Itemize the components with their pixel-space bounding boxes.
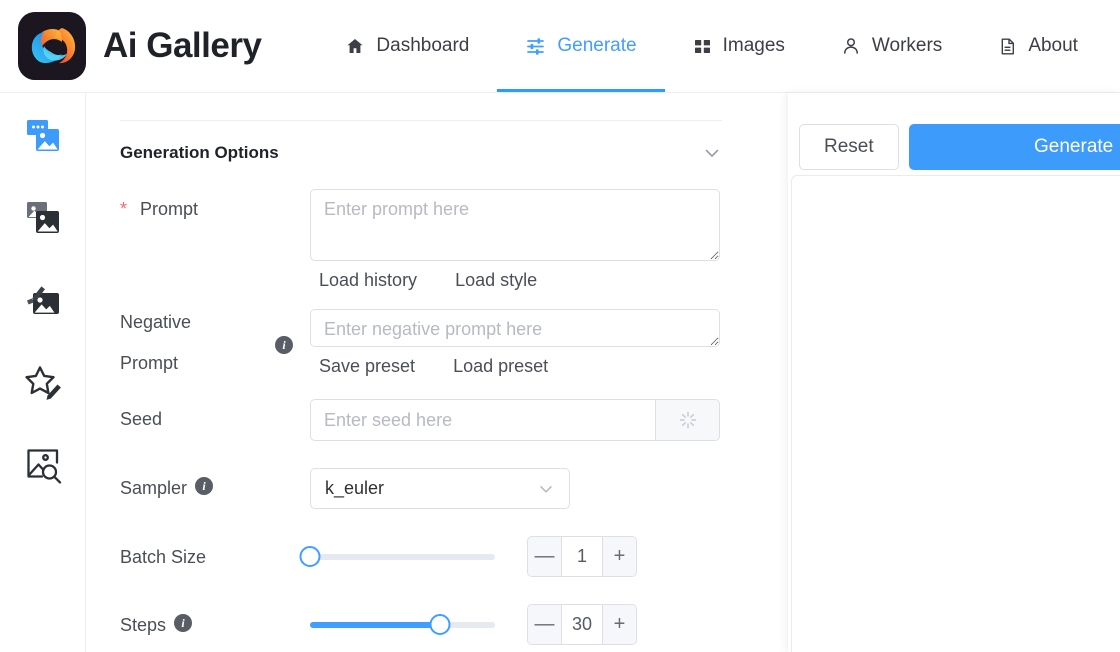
label-text: Steps	[120, 614, 167, 635]
info-icon[interactable]: i	[275, 336, 293, 354]
load-style-link[interactable]: Load style	[455, 270, 537, 291]
label-text: Sampler	[120, 478, 188, 498]
rail-item-star-edit[interactable]	[21, 362, 65, 406]
grid-icon	[693, 37, 712, 56]
star-edit-icon	[23, 362, 63, 407]
required-marker: *	[120, 199, 128, 219]
image-search-icon	[23, 444, 63, 489]
form-row-sampler: Sampler i k_euler	[86, 468, 788, 509]
nav-item-images[interactable]: Images	[665, 0, 813, 92]
batch-size-control: — 1 +	[299, 536, 788, 577]
batch-size-value[interactable]: 1	[562, 537, 602, 576]
slider-knob[interactable]	[299, 546, 321, 567]
form-rows: * Prompt Load history Load style Negativ…	[86, 189, 788, 645]
person-icon	[841, 36, 861, 56]
steps-slider[interactable]	[310, 614, 495, 635]
slider-track	[310, 553, 495, 560]
load-preset-link[interactable]: Load preset	[453, 356, 548, 377]
slider-knob[interactable]	[429, 614, 450, 635]
brand[interactable]: Ai Gallery	[18, 12, 262, 80]
sampler-value: k_euler	[325, 478, 385, 498]
rail-item-inpainting[interactable]	[21, 280, 65, 324]
ai-gallery-swirl-logo	[18, 12, 86, 80]
load-history-link[interactable]: Load history	[319, 270, 417, 291]
home-icon	[345, 36, 365, 56]
rail-item-image-search[interactable]	[21, 444, 65, 488]
nav-label: Images	[722, 35, 785, 56]
sparkle-random-icon[interactable]	[655, 400, 719, 440]
panel-actions: Reset Generate	[799, 124, 1120, 170]
form-row-negative-prompt: Negative Prompt i Save preset Load prese…	[86, 309, 788, 377]
result-area	[791, 175, 1120, 652]
prompt-links: Load history Load style	[310, 270, 788, 291]
rail-item-image-to-image[interactable]	[21, 198, 65, 242]
nav-label: Workers	[871, 35, 943, 56]
increment-button[interactable]: +	[602, 605, 636, 644]
decrement-button[interactable]: —	[528, 537, 562, 576]
sliders-icon	[525, 36, 546, 57]
seed-input[interactable]	[311, 400, 655, 440]
nav-item-dashboard[interactable]: Dashboard	[317, 0, 497, 92]
seed-label: Seed	[120, 399, 310, 430]
main-nav: Dashboard Generate Images Workers About	[317, 0, 1106, 92]
steps-label: Steps i	[120, 613, 310, 636]
decrement-button[interactable]: —	[528, 605, 562, 644]
nav-label: About	[1028, 35, 1078, 56]
text-to-image-icon	[23, 116, 63, 161]
image-to-image-icon	[23, 198, 63, 243]
steps-control: — 30 +	[310, 604, 788, 645]
reset-button[interactable]: Reset	[799, 124, 899, 170]
generate-button[interactable]: Generate	[908, 124, 1120, 170]
save-preset-link[interactable]: Save preset	[319, 356, 415, 377]
form-row-prompt: * Prompt Load history Load style	[86, 189, 788, 291]
info-icon[interactable]: i	[195, 477, 214, 495]
nav-label: Dashboard	[376, 35, 470, 56]
info-icon[interactable]: i	[174, 613, 193, 632]
generation-form-panel: Generation Options * Prompt Load history…	[86, 93, 788, 652]
preview-panel: Reset Generate	[788, 93, 1120, 652]
negative-prompt-input[interactable]	[310, 309, 720, 347]
nav-item-generate[interactable]: Generate	[497, 0, 665, 92]
nav-item-about[interactable]: About	[970, 0, 1106, 92]
generation-options-header[interactable]: Generation Options	[120, 143, 722, 163]
increment-button[interactable]: +	[602, 537, 636, 576]
form-row-seed: Seed	[86, 399, 788, 441]
label-text-line2: Prompt	[120, 353, 179, 373]
chevron-down-icon[interactable]	[702, 143, 722, 163]
seed-input-group	[310, 399, 720, 441]
negative-prompt-links: Save preset Load preset	[310, 356, 788, 377]
nav-label: Generate	[557, 35, 637, 56]
sampler-label: Sampler i	[120, 468, 310, 499]
tool-rail	[0, 93, 86, 652]
rail-item-text-to-image[interactable]	[21, 116, 65, 160]
negative-prompt-label: Negative Prompt i	[120, 309, 310, 374]
prompt-label: * Prompt	[120, 189, 310, 220]
form-row-steps: Steps i — 30 +	[86, 604, 788, 645]
slider-fill	[310, 621, 440, 628]
document-icon	[998, 37, 1017, 56]
brand-name: Ai Gallery	[103, 26, 262, 65]
section-title: Generation Options	[120, 143, 279, 162]
label-text-line1: Negative	[120, 312, 192, 332]
sampler-select[interactable]: k_euler	[310, 468, 570, 509]
form-row-batch-size: Batch Size — 1 +	[86, 536, 788, 577]
chevron-down-icon	[537, 480, 555, 498]
batch-size-slider[interactable]	[299, 546, 495, 567]
batch-size-stepper: — 1 +	[527, 536, 637, 577]
app-header: Ai Gallery Dashboard Generate Images Wor…	[0, 0, 1120, 93]
steps-stepper: — 30 +	[527, 604, 637, 645]
prompt-input[interactable]	[310, 189, 720, 261]
panel-divider	[120, 120, 722, 121]
steps-value[interactable]: 30	[562, 605, 602, 644]
batch-size-label: Batch Size	[120, 546, 310, 568]
inpainting-icon	[23, 280, 63, 325]
nav-item-workers[interactable]: Workers	[813, 0, 970, 92]
label-text: Seed	[120, 409, 163, 429]
label-text: Prompt	[140, 199, 199, 219]
label-text: Batch Size	[120, 546, 207, 567]
